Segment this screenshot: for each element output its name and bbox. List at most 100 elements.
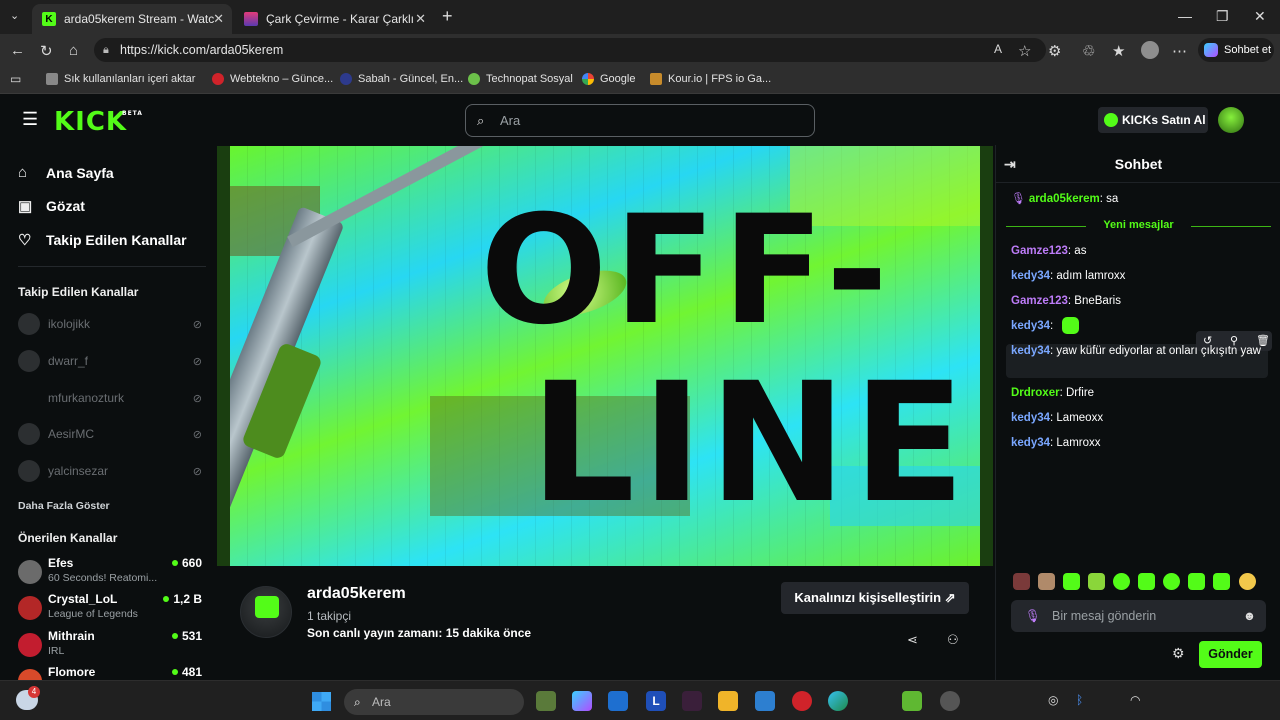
launcher-icon[interactable]: L [646, 691, 666, 711]
copilot-icon[interactable] [572, 691, 592, 711]
back-icon[interactable]: ← [10, 42, 25, 59]
chat-username[interactable]: arda05kerem [1029, 193, 1100, 205]
windows-taskbar: 4 ⌕ Ara L ◎ ᛒ ◠ [0, 680, 1280, 720]
close-tab-icon[interactable]: ✕ [213, 11, 224, 27]
video-player[interactable]: OFF- LINE [217, 146, 993, 566]
close-tab-icon[interactable]: ✕ [415, 11, 426, 27]
maximize-icon[interactable]: ❐ [1216, 8, 1229, 25]
tab-wheel[interactable]: Çark Çevirme - Karar Çarklı ✕ [234, 4, 434, 34]
recommended-channel[interactable]: Flomore 481 [18, 665, 206, 680]
windows-start-icon[interactable] [312, 692, 331, 711]
chat-username[interactable]: kedy34 [1011, 437, 1050, 449]
hamburger-menu-icon[interactable]: ☰ [22, 109, 38, 130]
bookmark-webtekno[interactable]: Webtekno – Günce... [212, 73, 333, 85]
chat-settings-icon[interactable]: ⚙ [1172, 645, 1185, 662]
taskbar-search[interactable]: ⌕ Ara [344, 689, 524, 715]
followed-channel[interactable]: yalcinsezar ⊘ [18, 458, 206, 484]
recommended-channel[interactable]: Mithrain IRL 531 [18, 629, 206, 663]
bookmark-google[interactable]: Google [582, 73, 635, 85]
favorite-star-icon[interactable]: ☆ [1018, 42, 1031, 60]
chat-username[interactable]: kedy34 [1011, 270, 1050, 282]
chat-username[interactable]: kedy34 [1011, 320, 1050, 332]
bookmark-technopat[interactable]: Technopat Sosyal [468, 73, 573, 85]
send-button[interactable]: Gönder [1199, 641, 1262, 668]
sidebar-item-home[interactable]: ⌂ Ana Sayfa [18, 164, 114, 181]
copilot-button[interactable]: Sohbet et [1198, 38, 1274, 62]
opera-icon[interactable] [792, 691, 812, 711]
emote-button[interactable] [1188, 573, 1205, 590]
bookmark-sabah[interactable]: Sabah - Güncel, En... [340, 73, 463, 85]
read-aloud-icon[interactable]: A [994, 42, 1002, 56]
emote-button[interactable] [1063, 573, 1080, 590]
emoji-picker-icon[interactable]: ☻ [1243, 600, 1256, 632]
emote-button[interactable] [1013, 573, 1030, 590]
emote-button[interactable] [1113, 573, 1130, 590]
offline-text-bottom: LINE [530, 347, 972, 539]
window-close-icon[interactable]: ✕ [1254, 8, 1266, 25]
offline-text-top: OFF- [480, 184, 895, 358]
share-icon[interactable]: ⋖ [907, 632, 918, 648]
photos-icon[interactable] [755, 691, 775, 711]
show-more-link[interactable]: Daha Fazla Göster [18, 500, 110, 512]
chat-username[interactable]: kedy34 [1011, 345, 1050, 357]
favorites-icon[interactable]: ★ [1112, 42, 1125, 60]
chat-message-input[interactable]: 🎙︎ Bir mesaj gönderin ☻ [1011, 600, 1266, 632]
new-tab-button[interactable]: + [442, 6, 453, 27]
buy-kicks-button[interactable]: KICKs Satın Al [1098, 107, 1208, 133]
followed-channel[interactable]: ikolojikk ⊘ [18, 311, 206, 337]
recommended-channel[interactable]: Crystal_LoL League of Legends 1,2 B [18, 592, 206, 626]
chat-username[interactable]: Drdroxer [1011, 387, 1060, 399]
followed-channel[interactable]: mfurkanozturk ⊘ [18, 385, 206, 411]
sabah-icon [340, 73, 352, 85]
minimize-icon[interactable]: — [1178, 8, 1192, 24]
emote-button[interactable] [1038, 573, 1055, 590]
wifi-icon[interactable]: ◠ [1130, 693, 1140, 707]
minecraft-launcher-icon[interactable] [902, 691, 922, 711]
sidebar-item-browse[interactable]: ▣ Gözat [18, 197, 85, 215]
extensions-icon[interactable]: ⚙ [1048, 42, 1061, 60]
add-user-icon[interactable]: ⚇ [947, 632, 959, 648]
emote-button[interactable] [1239, 573, 1256, 590]
emote-button[interactable] [1213, 573, 1230, 590]
app-icon[interactable] [682, 691, 702, 711]
minecraft-icon[interactable] [536, 691, 556, 711]
bookmark-kour[interactable]: Kour.io | FPS io Ga... [650, 73, 771, 85]
game-icon[interactable] [940, 691, 960, 711]
tab-list-chevron-icon[interactable]: ⌄ [10, 9, 19, 22]
avatar [18, 633, 42, 657]
offline-icon: ⊘ [192, 318, 202, 331]
bookmarks-bar: ▭ Sık kullanılanları içeri aktar Webtekn… [0, 66, 1280, 94]
collections-icon[interactable]: ♲ [1082, 42, 1095, 60]
channel-name[interactable]: arda05kerem [307, 585, 406, 603]
followed-channel[interactable]: dwarr_f ⊘ [18, 348, 206, 374]
chat-username[interactable]: Gamze123 [1011, 245, 1068, 257]
channel-avatar[interactable] [240, 586, 292, 638]
store-icon[interactable] [608, 691, 628, 711]
new-messages-divider[interactable]: Yeni mesajlar [996, 219, 1280, 233]
search-input[interactable]: ⌕ Ara [465, 104, 815, 137]
reading-list-icon[interactable]: ▭ [10, 72, 21, 86]
emote-button[interactable] [1088, 573, 1105, 590]
collapse-chat-icon[interactable]: ⇥ [1004, 145, 1016, 183]
file-explorer-icon[interactable] [718, 691, 738, 711]
chat-username[interactable]: kedy34 [1011, 412, 1050, 424]
emote-button[interactable] [1163, 573, 1180, 590]
tray-icon[interactable]: ◎ [1048, 693, 1058, 707]
reload-icon[interactable]: ↻ [40, 42, 53, 60]
bookmark-import[interactable]: Sık kullanılanları içeri aktar [46, 73, 195, 85]
recommended-channel[interactable]: Efes 60 Seconds! Reatomi... 660 [18, 556, 206, 590]
url-field[interactable]: 🔒︎ https://kick.com/arda05kerem [94, 38, 1046, 62]
bluetooth-icon[interactable]: ᛒ [1076, 693, 1083, 707]
sidebar-item-following[interactable]: ♡ Takip Edilen Kanallar [18, 231, 187, 249]
user-avatar[interactable] [1218, 107, 1244, 133]
chat-username[interactable]: Gamze123 [1011, 295, 1068, 307]
edge-icon[interactable] [828, 691, 848, 711]
more-menu-icon[interactable]: ⋯ [1172, 42, 1187, 60]
emote-button[interactable] [1138, 573, 1155, 590]
kick-logo[interactable]: KICK BETA [54, 107, 142, 137]
followed-channel[interactable]: AesirMC ⊘ [18, 421, 206, 447]
home-icon[interactable]: ⌂ [69, 42, 78, 59]
tab-kick[interactable]: K arda05kerem Stream - Watch Live ✕ [32, 4, 232, 34]
profile-avatar-icon[interactable] [1141, 41, 1159, 59]
customize-channel-button[interactable]: Kanalınızı kişiselleştirin ⇗ [781, 582, 969, 614]
